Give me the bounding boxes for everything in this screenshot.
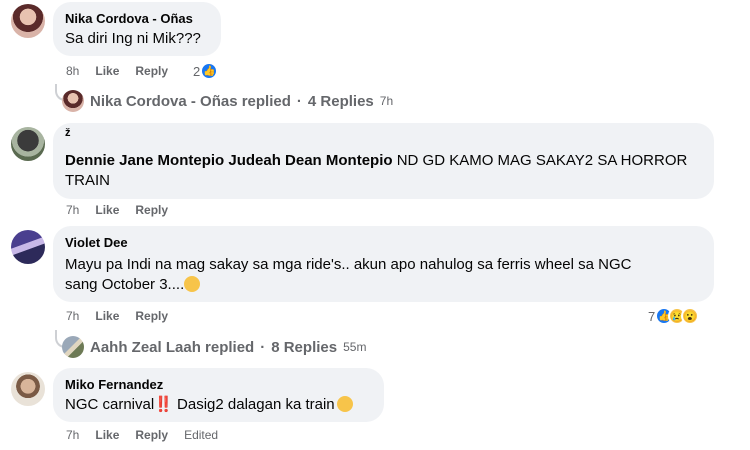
- comment-text: NGC carnival‼️ Dasig2 dalagan ka train: [65, 395, 372, 415]
- like-icon: 👍: [200, 62, 219, 80]
- like-button[interactable]: Like: [95, 309, 119, 323]
- comment-time[interactable]: 7h: [66, 203, 79, 217]
- reply-count: 4 Replies: [307, 92, 374, 110]
- reply-button[interactable]: Reply: [135, 428, 168, 442]
- sad-emoji-icon: [184, 276, 201, 292]
- like-button[interactable]: Like: [95, 428, 119, 442]
- avatar-small: [62, 90, 84, 112]
- comment-text: Sa diri Ing ni Mik???: [65, 30, 201, 47]
- wow-emoji-icon: 😮: [681, 307, 700, 325]
- avatar-nika[interactable]: [11, 4, 45, 38]
- comment-time[interactable]: 8h: [66, 64, 79, 78]
- edited-label: Edited: [184, 428, 219, 442]
- replier-name: Aahh Zeal Laah replied: [90, 338, 255, 356]
- reaction-count: 2: [193, 63, 201, 79]
- comment-author[interactable]: Dennie Jane Montepio Judeah Dean Montepi…: [65, 152, 393, 169]
- reply-button[interactable]: Reply: [135, 64, 168, 78]
- avatar-miko[interactable]: [11, 372, 45, 406]
- reply-button[interactable]: Reply: [135, 203, 168, 217]
- like-button[interactable]: Like: [95, 203, 119, 217]
- comment-text: Dennie Jane Montepio Judeah Dean Montepi…: [65, 151, 702, 191]
- comment-bubble-4: Miko Fernandez NGC carnival‼️ Dasig2 dal…: [53, 368, 384, 422]
- avatar-small: [62, 336, 84, 358]
- comment-text-line2: sang October 3....: [65, 275, 702, 295]
- comment-time[interactable]: 7h: [66, 309, 79, 323]
- avatar-dennie[interactable]: [11, 127, 45, 161]
- comment-text-line1: Mayu pa Indi na mag sakay sa mga ride's.…: [65, 256, 632, 273]
- view-replies-link[interactable]: Aahh Zeal Laah replied · 8 Replies 55m: [62, 336, 366, 358]
- comment-body: Dasig2 dalagan ka train: [172, 396, 335, 413]
- reaction-summary[interactable]: 7 👍 😢 😮: [648, 307, 700, 325]
- comment-bubble-2: ž Dennie Jane Montepio Judeah Dean Monte…: [53, 123, 714, 199]
- comment-author[interactable]: Nika Cordova - Oñas: [65, 10, 209, 27]
- reaction-count: 7: [648, 308, 656, 324]
- reply-button[interactable]: Reply: [135, 309, 168, 323]
- double-exclamation-icon: ‼️: [154, 396, 173, 413]
- comment-author[interactable]: Violet Dee: [65, 234, 702, 251]
- reply-time: 55m: [343, 340, 367, 354]
- comment-actions-2: 7h Like Reply: [66, 203, 168, 217]
- comment-actions-3: 7h Like Reply: [66, 309, 168, 323]
- comment-bubble-1: Nika Cordova - Oñas Sa diri Ing ni Mik??…: [53, 2, 221, 56]
- like-button[interactable]: Like: [95, 64, 119, 78]
- comment-time[interactable]: 7h: [66, 428, 79, 442]
- comment-body: sang October 3....: [65, 276, 185, 293]
- reaction-summary[interactable]: 2 👍: [193, 62, 219, 80]
- comment-actions-4: 7h Like Reply Edited: [66, 428, 218, 442]
- separator-dot: ·: [260, 338, 266, 356]
- comment-bubble-3: Violet Dee Mayu pa Indi na mag sakay sa …: [53, 226, 714, 302]
- comment-body: NGC carnival: [65, 396, 155, 413]
- avatar-violet[interactable]: [11, 230, 45, 264]
- replier-name: Nika Cordova - Oñas replied: [90, 92, 291, 110]
- reply-count: 8 Replies: [271, 338, 338, 356]
- tired-emoji-icon: [336, 396, 353, 412]
- comment-actions-1: 8h Like Reply: [66, 64, 168, 78]
- comment-prefix: ž: [65, 127, 71, 139]
- comment-author[interactable]: Miko Fernandez: [65, 376, 372, 393]
- view-replies-link[interactable]: Nika Cordova - Oñas replied · 4 Replies …: [62, 90, 393, 112]
- separator-dot: ·: [296, 92, 302, 110]
- reply-time: 7h: [379, 94, 394, 108]
